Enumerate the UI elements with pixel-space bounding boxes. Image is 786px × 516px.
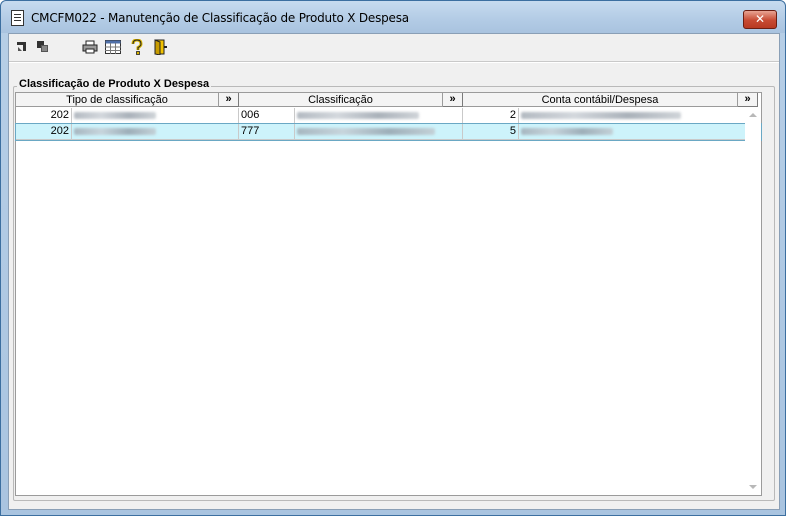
- toolbar: [9, 34, 779, 60]
- scroll-down-icon[interactable]: [749, 485, 757, 489]
- toolbar-separator: [9, 61, 779, 62]
- copy-record-icon[interactable]: [35, 39, 51, 55]
- conta-description-cell[interactable]: [519, 108, 759, 124]
- redacted-text: [521, 127, 613, 135]
- grid-view-icon[interactable]: [105, 39, 121, 55]
- column-header-classificacao[interactable]: Classificação: [239, 93, 443, 107]
- redacted-text: [74, 111, 156, 119]
- classificacao-description-cell[interactable]: [295, 124, 463, 140]
- expand-conta-button[interactable]: »: [738, 93, 758, 107]
- vertical-scrollbar[interactable]: [745, 107, 761, 495]
- conta-description-cell[interactable]: [519, 124, 759, 140]
- redacted-text: [297, 127, 435, 135]
- help-icon[interactable]: [129, 39, 145, 55]
- client-area: Classificação de Produto X Despesa Tipo …: [8, 33, 780, 510]
- print-icon[interactable]: [82, 39, 98, 55]
- conta-code-cell[interactable]: 2: [463, 108, 519, 124]
- tipo-code-cell[interactable]: 202: [16, 108, 72, 124]
- exit-icon[interactable]: [152, 39, 168, 55]
- scroll-up-icon[interactable]: [749, 113, 757, 117]
- column-header-tipo[interactable]: Tipo de classificação: [16, 93, 219, 107]
- classificacao-code-cell[interactable]: 006: [239, 108, 295, 124]
- window-title: CMCFM022 - Manutenção de Classificação d…: [31, 11, 409, 25]
- tipo-description-cell[interactable]: [72, 124, 239, 140]
- table-row[interactable]: 202 006 2: [16, 108, 761, 124]
- app-window: CMCFM022 - Manutenção de Classificação d…: [0, 0, 786, 516]
- classificacao-code-cell[interactable]: 777: [239, 124, 295, 140]
- expand-classificacao-button[interactable]: »: [443, 93, 463, 107]
- redacted-text: [297, 111, 419, 119]
- title-bar: CMCFM022 - Manutenção de Classificação d…: [1, 1, 785, 33]
- column-header-conta[interactable]: Conta contábil/Despesa: [463, 93, 738, 107]
- new-record-icon[interactable]: [14, 39, 30, 55]
- expand-tipo-button[interactable]: »: [219, 93, 239, 107]
- close-button[interactable]: ✕: [743, 10, 777, 29]
- tipo-code-cell[interactable]: 202: [16, 124, 72, 140]
- data-grid[interactable]: Tipo de classificação » Classificação » …: [15, 92, 762, 496]
- classificacao-description-cell[interactable]: [295, 108, 463, 124]
- group-label: Classificação de Produto X Despesa: [17, 78, 212, 90]
- conta-code-cell[interactable]: 5: [463, 124, 519, 140]
- document-icon: [11, 10, 24, 26]
- table-row-selected[interactable]: 202 777 5: [15, 123, 762, 141]
- redacted-text: [521, 111, 681, 119]
- redacted-text: [74, 127, 156, 135]
- tipo-description-cell[interactable]: [72, 108, 239, 124]
